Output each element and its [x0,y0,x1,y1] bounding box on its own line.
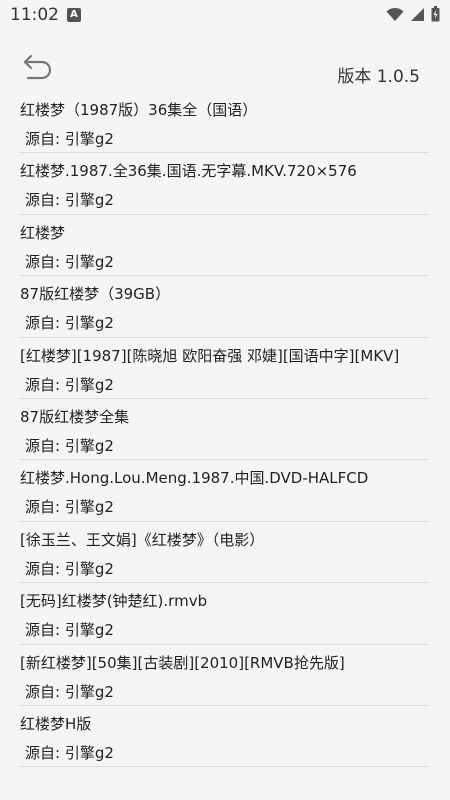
status-time: 11:02 [10,5,59,25]
item-title: [无码]红楼梦(钟楚红).rmvb [20,592,208,611]
status-bar: 11:02 A [0,0,450,30]
item-source: 源自: 引擎g2 [25,559,114,578]
item-source: 源自: 引擎g2 [25,621,114,640]
item-title: 87版红楼梦全集 [20,407,130,426]
item-title: 红楼梦 [20,223,66,242]
list-item[interactable]: 87版红楼梦（39GB） 源自: 引擎g2 [18,276,430,338]
item-source: 源自: 引擎g2 [25,191,114,210]
list-item[interactable]: 红楼梦.Hong.Lou.Meng.1987.中国.DVD-HALFCD 源自:… [18,460,430,522]
item-source: 源自: 引擎g2 [25,252,114,271]
item-title: 红楼梦.Hong.Lou.Meng.1987.中国.DVD-HALFCD [20,469,369,488]
item-source: 源自: 引擎g2 [25,498,114,517]
notification-icon: A [67,8,81,22]
list-item[interactable]: [红楼梦][1987][陈晓旭 欧阳奋强 邓婕][国语中字][MKV] 源自: … [18,338,430,399]
version-label: 版本 1.0.5 [337,67,420,87]
result-list: 红楼梦（1987版）36集全（国语） 源自: 引擎g2 红楼梦.1987.全36… [0,92,450,768]
list-item[interactable]: 红楼梦H版 源自: 引擎g2 [18,706,430,768]
item-source: 源自: 引擎g2 [25,314,114,333]
item-source: 源自: 引擎g2 [25,743,114,762]
item-title: 红楼梦.1987.全36集.国语.无字幕.MKV.720×576 [20,162,357,181]
item-title: 红楼梦H版 [20,714,92,733]
list-item[interactable]: 87版红楼梦全集 源自: 引擎g2 [18,399,430,461]
back-button[interactable] [22,52,58,82]
list-item[interactable]: [无码]红楼梦(钟楚红).rmvb 源自: 引擎g2 [18,583,430,645]
status-icons [386,6,440,22]
item-title: 87版红楼梦（39GB） [20,285,171,304]
item-title: [徐玉兰、王文娟]《红楼梦》（电影） [20,530,265,549]
item-source: 源自: 引擎g2 [25,375,114,394]
item-title: [红楼梦][1987][陈晓旭 欧阳奋强 邓婕][国语中字][MKV] [20,346,400,365]
list-item[interactable]: 红楼梦.1987.全36集.国语.无字幕.MKV.720×576 源自: 引擎g… [18,153,430,215]
item-title: 红楼梦（1987版）36集全（国语） [20,101,258,119]
wifi-icon [386,7,404,21]
item-source: 源自: 引擎g2 [25,130,114,148]
battery-icon [431,6,440,22]
item-source: 源自: 引擎g2 [25,436,114,455]
list-item[interactable]: 红楼梦 源自: 引擎g2 [18,215,430,277]
list-item[interactable]: 红楼梦（1987版）36集全（国语） 源自: 引擎g2 [18,92,430,154]
back-arrow-icon [23,54,52,80]
list-item[interactable]: [徐玉兰、王文娟]《红楼梦》（电影） 源自: 引擎g2 [18,522,430,584]
item-title: [新红楼梦][50集][古装剧][2010][RMVB抢先版] [20,653,345,672]
list-item[interactable]: [新红楼梦][50集][古装剧][2010][RMVB抢先版] 源自: 引擎g2 [18,645,430,706]
header: 版本 1.0.5 [0,30,450,88]
item-source: 源自: 引擎g2 [25,682,114,701]
cellular-signal-icon [411,7,424,21]
